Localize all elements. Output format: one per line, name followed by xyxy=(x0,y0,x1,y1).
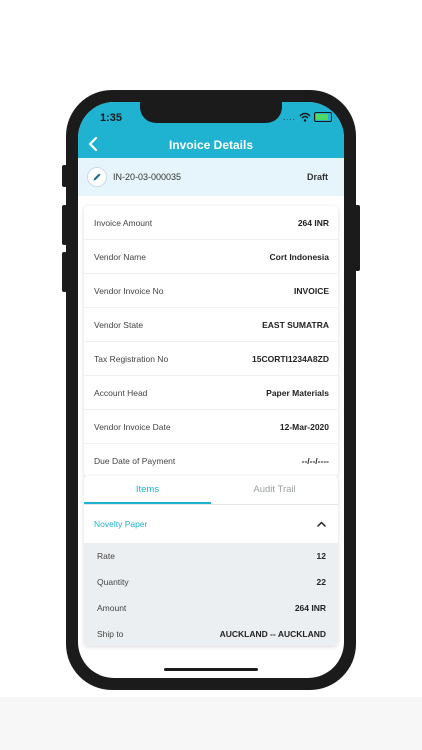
detail-value: 264 INR xyxy=(297,217,329,228)
detail-value: 12-Mar-2020 xyxy=(279,421,329,432)
item-label: Ship to xyxy=(97,629,124,639)
app-header: 1:35 .... Invoice Details xyxy=(78,102,344,158)
detail-label: Vendor Invoice No xyxy=(94,285,164,296)
items-card: Items Audit Trail Novelty Paper Rate 12 … xyxy=(84,476,338,646)
detail-row-vendor-name: Vendor Name Cort Indonesia xyxy=(84,240,338,274)
detail-value: EAST SUMATRA xyxy=(262,319,329,330)
status-icons: .... xyxy=(283,112,332,122)
tab-audit-trail[interactable]: Audit Trail xyxy=(211,476,338,504)
background-band xyxy=(0,697,422,750)
detail-row-account-head: Account Head Paper Materials xyxy=(84,376,338,410)
detail-label: Due Date of Payment xyxy=(94,455,176,466)
battery-icon xyxy=(314,112,332,122)
item-row-rate: Rate 12 xyxy=(84,543,338,569)
detail-row-vendor-invoice-date: Vendor Invoice Date 12-Mar-2020 xyxy=(84,410,338,444)
item-row-amount: Amount 264 INR xyxy=(84,595,338,621)
wifi-icon xyxy=(299,112,311,122)
detail-label: Invoice Amount xyxy=(94,217,153,228)
detail-label: Vendor State xyxy=(94,319,144,330)
page-title: Invoice Details xyxy=(168,138,254,152)
detail-value: --/--/---- xyxy=(301,455,329,466)
page: 1:35 .... Invoice Details IN-20-03-00003… xyxy=(0,0,422,750)
phone-screen: 1:35 .... Invoice Details IN-20-03-00003… xyxy=(78,102,344,678)
item-value: AUCKLAND -- AUCKLAND xyxy=(219,629,326,639)
details-card: Invoice Amount 264 INR Vendor Name Cort … xyxy=(84,206,338,477)
item-value: 264 INR xyxy=(294,603,326,613)
detail-value: 15CORTI1234A8ZD xyxy=(251,353,329,364)
detail-value: Paper Materials xyxy=(266,387,329,398)
detail-label: Vendor Name xyxy=(94,251,146,262)
item-row-ship-to: Ship to AUCKLAND -- AUCKLAND xyxy=(84,621,338,646)
status-time: 1:35 xyxy=(100,112,123,124)
detail-row-due-date: Due Date of Payment --/--/---- xyxy=(84,444,338,477)
status-badge: Draft xyxy=(306,172,328,182)
invoice-bar: IN-20-03-000035 Draft xyxy=(78,158,344,196)
detail-label: Vendor Invoice Date xyxy=(94,421,171,432)
detail-row-vendor-invoice-no: Vendor Invoice No INVOICE xyxy=(84,274,338,308)
item-name: Novelty Paper xyxy=(94,519,148,529)
signal-dots: .... xyxy=(283,112,296,122)
item-row-quantity: Quantity 22 xyxy=(84,569,338,595)
notch xyxy=(140,102,282,123)
detail-value: INVOICE xyxy=(294,285,329,296)
detail-row-vendor-state: Vendor State EAST SUMATRA xyxy=(84,308,338,342)
item-value: 22 xyxy=(316,577,326,587)
detail-label: Account Head xyxy=(94,387,148,398)
item-value: 12 xyxy=(316,551,326,561)
chevron-up-icon[interactable] xyxy=(317,521,326,527)
detail-value: Cort Indonesia xyxy=(269,251,329,262)
detail-row-tax-registration-no: Tax Registration No 15CORTI1234A8ZD xyxy=(84,342,338,376)
edit-icon[interactable] xyxy=(87,167,107,187)
item-label: Amount xyxy=(97,603,127,613)
invoice-number: IN-20-03-000035 xyxy=(113,172,182,182)
home-indicator[interactable] xyxy=(164,668,258,671)
item-accordion-header[interactable]: Novelty Paper xyxy=(84,505,338,543)
tab-bar: Items Audit Trail xyxy=(84,476,338,505)
detail-row-invoice-amount: Invoice Amount 264 INR xyxy=(84,206,338,240)
detail-label: Tax Registration No xyxy=(94,353,169,364)
item-label: Quantity xyxy=(97,577,129,587)
item-detail: Rate 12 Quantity 22 Amount 264 INR Ship … xyxy=(84,543,338,646)
item-label: Rate xyxy=(97,551,115,561)
tab-items[interactable]: Items xyxy=(84,476,211,504)
